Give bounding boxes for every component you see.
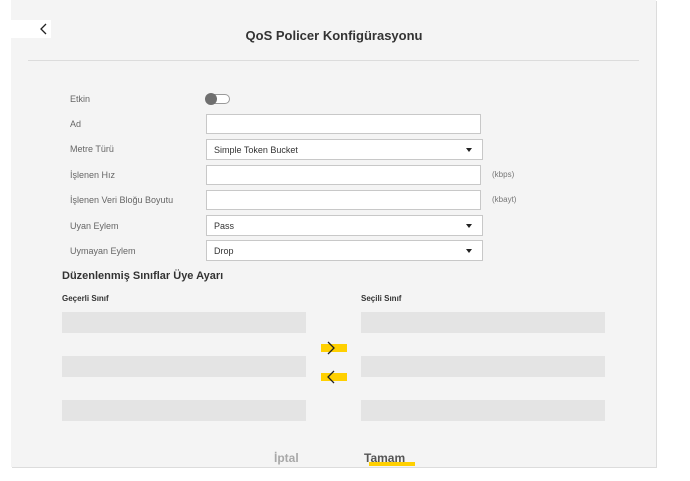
selected-class-item[interactable] <box>361 356 605 377</box>
conform-action-label: Uyan Eylem <box>70 221 119 231</box>
committed-rate-unit: (kbps) <box>492 170 515 179</box>
cancel-button[interactable]: İptal <box>274 451 299 465</box>
conform-action-value: Pass <box>214 221 235 231</box>
name-input[interactable] <box>206 114 481 134</box>
available-class-item[interactable] <box>62 400 306 421</box>
available-class-header: Geçerli Sınıf <box>62 294 109 303</box>
committed-rate-label: İşlenen Hız <box>70 170 116 180</box>
caret-down-icon <box>466 249 472 253</box>
page-title: QoS Policer Konfigürasyonu <box>245 28 423 43</box>
caret-down-icon <box>466 148 472 152</box>
ok-button[interactable]: Tamam <box>364 451 405 465</box>
available-class-item[interactable] <box>62 312 306 333</box>
selected-class-header: Seçili Sınıf <box>361 294 402 303</box>
nonconform-action-label: Uymayan Eylem <box>70 246 136 256</box>
nonconform-action-select[interactable]: Drop <box>206 240 483 261</box>
toggle-knob <box>205 93 217 105</box>
committed-rate-input[interactable] <box>206 165 481 185</box>
conform-action-select[interactable]: Pass <box>206 215 483 236</box>
committed-burst-unit: (kbayt) <box>492 195 517 204</box>
enabled-toggle[interactable] <box>205 93 230 105</box>
chevron-left-icon <box>327 370 335 384</box>
header-divider <box>28 60 639 61</box>
selected-class-item[interactable] <box>361 400 605 421</box>
caret-down-icon <box>466 224 472 228</box>
enabled-label: Etkin <box>70 94 91 104</box>
committed-burst-label: İşlenen Veri Bloğu Boyutu <box>70 195 174 205</box>
nonconform-action-value: Drop <box>214 246 234 256</box>
chevron-right-icon <box>327 341 335 355</box>
section-title: Düzenlenmiş Sınıflar Üye Ayarı <box>62 270 224 282</box>
selected-class-item[interactable] <box>361 312 605 333</box>
meter-type-value: Simple Token Bucket <box>214 145 298 155</box>
committed-burst-input[interactable] <box>206 190 481 210</box>
available-class-item[interactable] <box>62 356 306 377</box>
add-class-button[interactable] <box>321 341 347 355</box>
remove-class-button[interactable] <box>321 370 347 384</box>
name-label: Ad <box>70 119 82 129</box>
meter-type-label: Metre Türü <box>70 144 114 154</box>
meter-type-select[interactable]: Simple Token Bucket <box>206 139 483 160</box>
